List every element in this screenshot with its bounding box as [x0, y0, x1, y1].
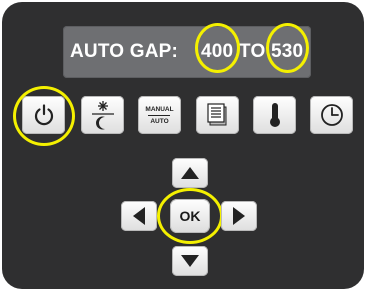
arrow-up-icon: [181, 167, 199, 179]
thermometer-icon: [269, 103, 280, 127]
control-panel: AUTO GAP: 400 TO 530 MANUAL AUTO OK: [2, 2, 364, 289]
day-night-icon: [91, 101, 114, 130]
highlight-circle-ok: [157, 188, 223, 244]
display-to-label: TO: [239, 41, 266, 62]
day-night-button[interactable]: [81, 96, 124, 134]
clock-icon: [320, 104, 343, 126]
highlight-circle-from-value: [195, 23, 240, 73]
right-button[interactable]: [221, 201, 257, 231]
arrow-left-icon: [133, 207, 145, 225]
down-button[interactable]: [172, 246, 208, 276]
menu-list-icon: [206, 103, 226, 126]
temperature-button[interactable]: [253, 96, 296, 134]
clock-button[interactable]: [310, 96, 353, 134]
arrow-right-icon: [233, 207, 245, 225]
manual-auto-icon: MANUAL AUTO: [145, 106, 173, 125]
menu-button[interactable]: [196, 96, 239, 134]
manual-label: MANUAL: [145, 105, 174, 113]
auto-label: AUTO: [150, 117, 169, 125]
highlight-circle-to-value: [266, 23, 309, 73]
arrow-down-icon: [181, 255, 199, 267]
manual-auto-button[interactable]: MANUAL AUTO: [138, 96, 181, 134]
display-label: AUTO GAP:: [70, 41, 179, 62]
left-button[interactable]: [121, 201, 157, 231]
highlight-circle-power: [13, 86, 75, 146]
up-button[interactable]: [172, 158, 208, 188]
